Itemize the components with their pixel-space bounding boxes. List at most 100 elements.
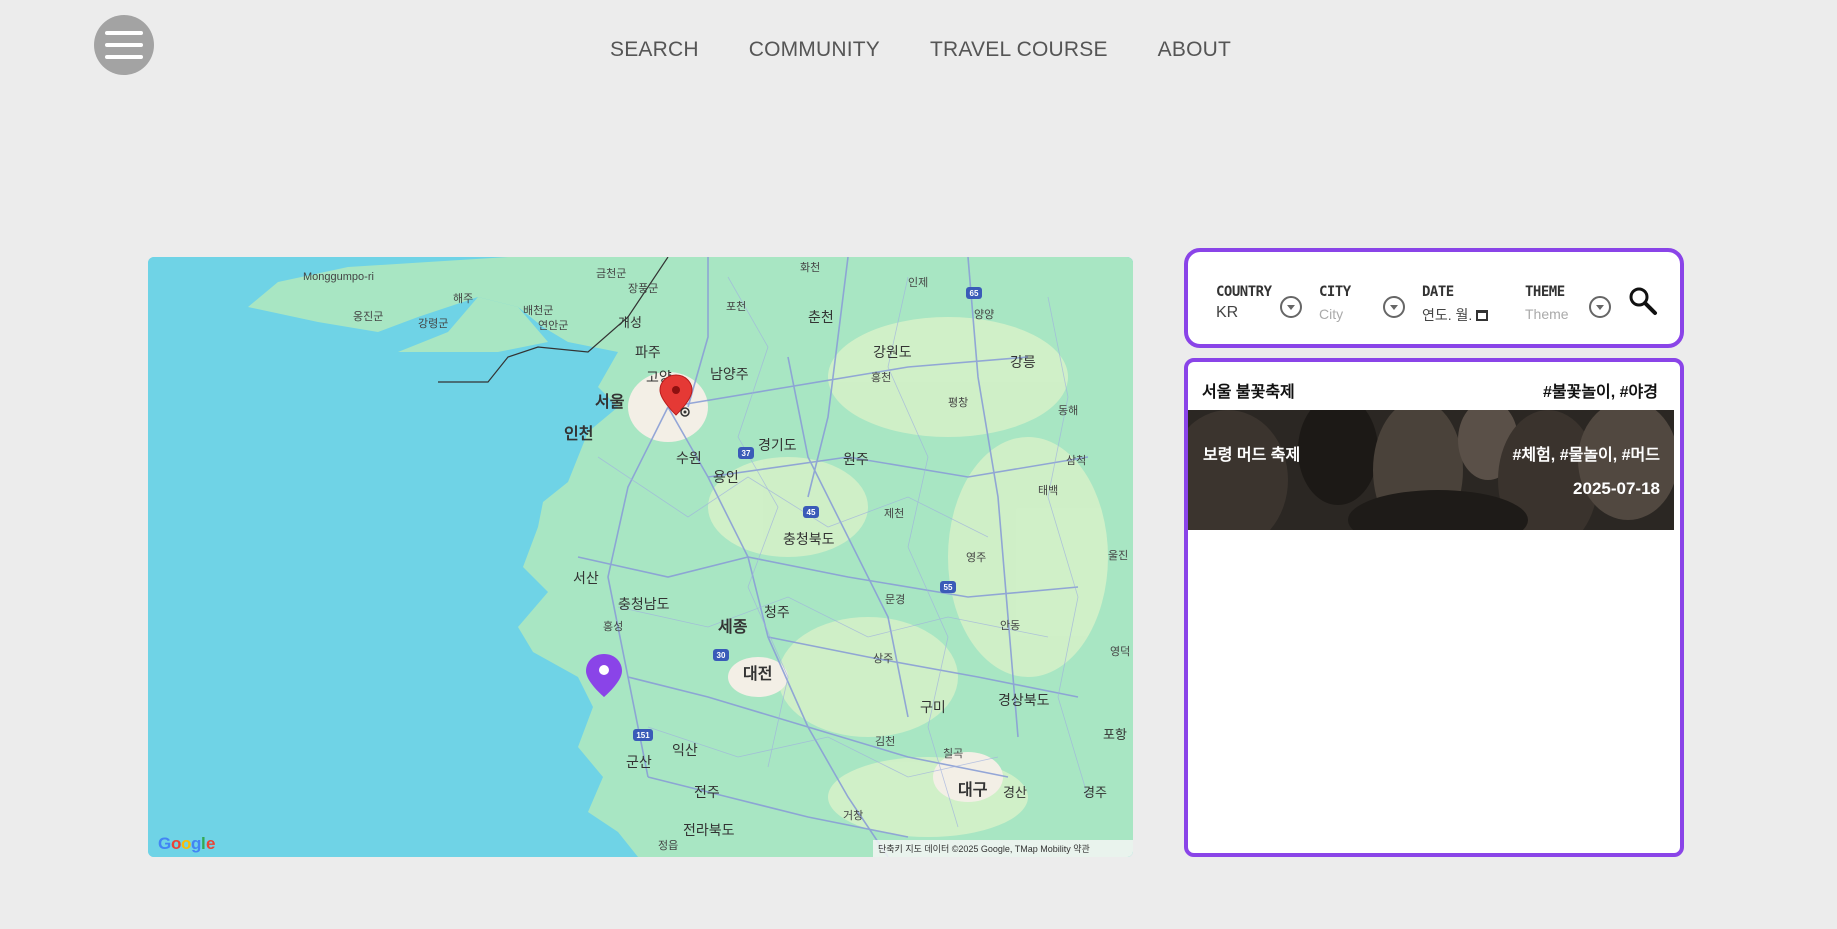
city-dropdown-icon[interactable] [1383,296,1405,318]
svg-text:o: o [171,834,181,853]
map-label-geumcheon: 금천군 [596,266,626,280]
map-label-cheongju: 청주 [764,604,790,620]
map-label-daejeon: 대전 [743,665,772,683]
calendar-icon[interactable] [1476,309,1489,321]
event-photo [1188,410,1674,530]
theme-label: THEME [1525,284,1565,300]
map-label-yangyang: 양양 [974,308,994,321]
map-label-hongcheon: 홍천 [871,370,891,384]
map-label-uljin: 울진 [1108,549,1128,562]
svg-text:o: o [181,834,191,853]
map-label-wonju: 원주 [843,451,869,467]
map-label-andong: 안동 [1000,619,1020,632]
menu-line-icon [105,43,143,47]
list-item[interactable]: 서울 불꽃축제 #불꽃놀이, #야경 [1188,362,1680,412]
svg-text:e: e [206,834,215,853]
map-label-gimcheon: 김천 [875,734,895,748]
svg-text:30: 30 [717,651,726,660]
menu-line-icon [105,31,143,35]
map-label-chungnam: 충청남도 [618,596,670,612]
map-label-gyeongsan: 경산 [1003,785,1027,800]
svg-text:151: 151 [636,731,650,740]
country-value: KR [1216,304,1239,321]
map-label-chuncheon: 춘천 [808,309,834,325]
map-label-hongseong: 홍성 [603,619,623,633]
svg-text:65: 65 [970,289,979,298]
map-label-yeonan: 연안군 [538,319,568,332]
search-icon[interactable] [1628,286,1658,316]
map-label-sangju: 상주 [873,652,893,665]
svg-text:G: G [158,834,171,853]
map-label-yeongdeok: 영덕 [1110,645,1130,658]
map-label-suwon: 수원 [676,450,702,466]
map-label-jeonju: 전주 [694,784,720,800]
theme-dropdown-icon[interactable] [1589,296,1611,318]
nav-travel-course[interactable]: TRAVEL COURSE [930,38,1108,62]
map-label-incheon: 인천 [564,425,593,443]
map-label-ongjin: 옹진군 [353,310,383,323]
map-label-gangneung: 강릉 [1010,354,1036,370]
event-tags: #체험, #물놀이, #머드 [1512,447,1660,464]
map-label-inje: 인제 [908,276,928,289]
search-panel: COUNTRY KR CITY City DATE 연도. 월. THEME T… [1184,248,1684,348]
event-tags: #불꽃놀이, #야경 [1542,384,1658,401]
map-label-gangwon: 강원도 [873,344,912,360]
date-value: 연도. 월. [1422,307,1473,323]
city-field[interactable]: CITY City [1319,284,1351,322]
event-title: 서울 불꽃축제 [1202,384,1295,401]
map-label-jecheon: 제천 [884,506,904,520]
map-label-monggumpo: Monggumpo-ri [303,271,374,283]
map-label-daegu: 대구 [958,781,988,799]
theme-placeholder: Theme [1525,306,1569,322]
date-label: DATE [1422,284,1454,300]
map-label-haeju: 해주 [453,291,473,305]
map-label-chungbuk: 충청북도 [783,531,835,547]
map-label-jeongeup: 정읍 [658,839,678,852]
city-label: CITY [1319,284,1351,300]
svg-text:45: 45 [807,508,816,517]
map-label-gangnyeong: 강령군 [418,317,448,330]
map-label-gyeonggi: 경기도 [758,437,797,453]
map-label-taebaek: 태백 [1038,484,1058,497]
map-label-chilgok: 칠곡 [943,747,963,760]
map-attribution[interactable]: 단축키 지도 데이터 ©2025 Google, TMap Mobility 약… [878,843,1090,854]
nav-community[interactable]: COMMUNITY [749,38,880,62]
nav-about[interactable]: ABOUT [1158,38,1231,62]
list-item[interactable]: 보령 머드 축제 #체험, #물놀이, #머드 2025-07-18 [1188,410,1674,530]
map-label-yeongju: 영주 [966,551,986,564]
country-field[interactable]: COUNTRY KR [1216,284,1272,322]
map-label-mungyeong: 문경 [885,593,905,606]
event-title: 보령 머드 축제 [1203,447,1301,464]
map-label-jeonbuk: 전라북도 [683,822,735,838]
svg-text:37: 37 [742,449,751,458]
country-label: COUNTRY [1216,284,1272,300]
map-label-samcheok: 삼척 [1066,454,1086,467]
theme-field[interactable]: THEME Theme [1525,284,1569,322]
map-label-gyeongju: 경주 [1083,785,1107,800]
top-nav: SEARCH COMMUNITY TRAVEL COURSE ABOUT [610,38,1231,62]
map-label-namyangju: 남양주 [710,366,749,382]
event-date: 2025-07-18 [1573,479,1660,498]
map-label-paju: 파주 [635,344,661,360]
city-placeholder: City [1319,306,1344,322]
date-field[interactable]: DATE 연도. 월. [1422,284,1489,325]
map-view[interactable]: 서울 인천 경기도 강원도 충청북도 충청남도 경상북도 전라북도 세종 대전 … [148,257,1133,857]
map-label-gunsan: 군산 [626,754,652,770]
map-label-sejong: 세종 [718,618,748,636]
map-label-jangpung: 장풍군 [628,282,658,295]
svg-text:g: g [191,834,201,853]
map-label-gyeongbuk: 경상북도 [998,692,1050,708]
map-label-iksan: 익산 [672,742,698,758]
map-label-pohang: 포항 [1103,727,1127,742]
map-label-hwacheon: 화천 [800,260,820,274]
country-dropdown-icon[interactable] [1280,296,1302,318]
map-label-seoul: 서울 [595,393,625,411]
map-label-pyeongchang: 평창 [948,396,968,409]
map-label-geochang: 거창 [843,809,863,822]
svg-text:55: 55 [944,583,953,592]
nav-search[interactable]: SEARCH [610,38,699,62]
map-label-gumi: 구미 [920,699,946,715]
hamburger-menu-button[interactable] [94,15,154,75]
menu-line-icon [105,55,143,59]
map-label-gaeseong: 개성 [618,315,642,330]
